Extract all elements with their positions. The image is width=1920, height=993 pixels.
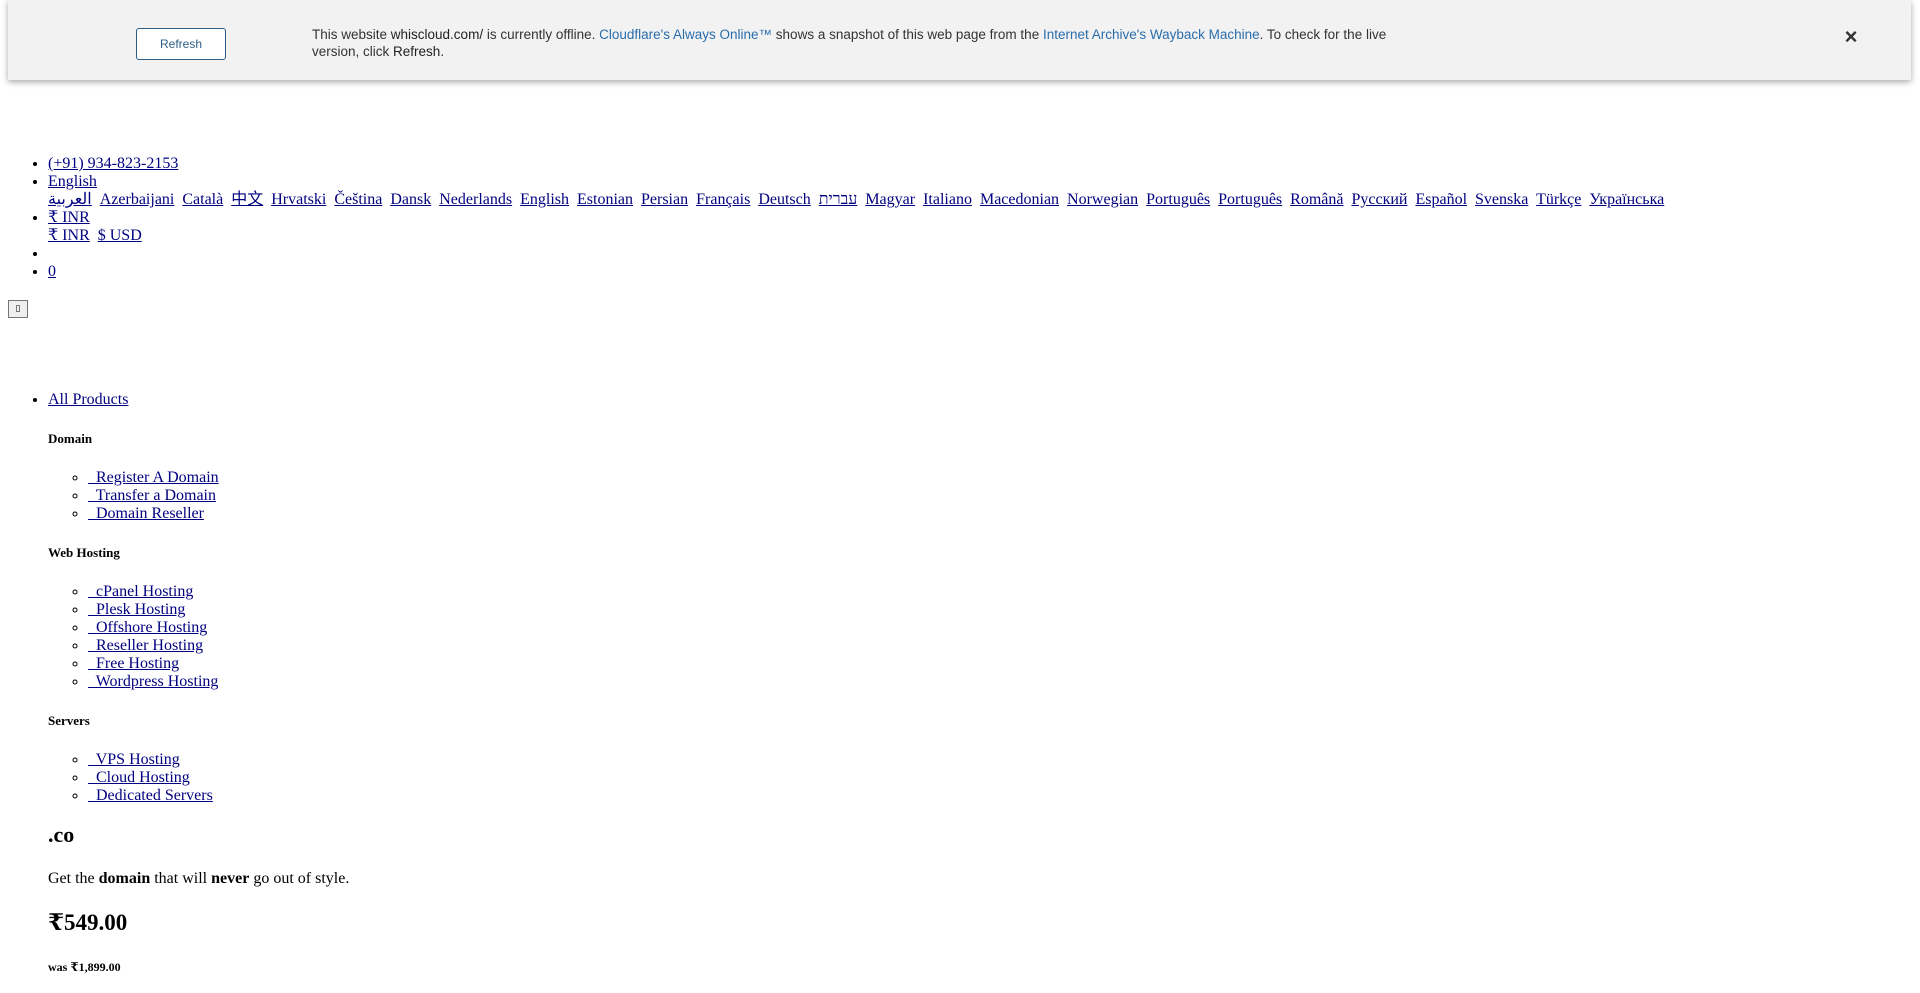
language-option[interactable]: Română bbox=[1290, 191, 1343, 208]
language-option[interactable]: Français bbox=[696, 191, 750, 208]
tagline-text: that will bbox=[150, 870, 212, 887]
menu-group-list: VPS Hosting Cloud Hosting Dedicated Serv… bbox=[48, 751, 1848, 805]
cloudflare-link[interactable]: Cloudflare's Always Online™ bbox=[599, 27, 772, 42]
cart-count-link[interactable]: 0 bbox=[48, 263, 56, 280]
offline-site: whiscloud.com/ bbox=[390, 27, 484, 42]
language-option[interactable]: Español bbox=[1415, 191, 1467, 208]
language-option[interactable]: Estonian bbox=[577, 191, 633, 208]
menu-item-link[interactable]: Wordpress Hosting bbox=[88, 673, 219, 690]
language-option[interactable]: Català bbox=[182, 191, 223, 208]
language-item: English العربية Azerbaijani Català 中文 Hr… bbox=[48, 173, 1908, 209]
menu-item-link[interactable]: cPanel Hosting bbox=[88, 583, 193, 600]
language-option[interactable]: Macedonian bbox=[980, 191, 1059, 208]
language-option[interactable]: Українська bbox=[1589, 191, 1664, 208]
language-option[interactable]: Čeština bbox=[334, 191, 382, 208]
list-item: Free Hosting bbox=[88, 655, 1848, 673]
language-option[interactable]: Nederlands bbox=[439, 191, 512, 208]
list-item: Offshore Hosting bbox=[88, 619, 1848, 637]
language-option[interactable]: Deutsch bbox=[758, 191, 810, 208]
all-products-item: All Products Domain Register A Domain Tr… bbox=[48, 391, 1848, 805]
promo-tld: .co bbox=[48, 822, 75, 847]
tagline-text: Get the bbox=[48, 870, 99, 887]
list-item: Register A Domain bbox=[88, 469, 1848, 487]
wayback-link[interactable]: Internet Archive's Wayback Machine bbox=[1043, 27, 1260, 42]
menu-item-link[interactable]: Cloud Hosting bbox=[88, 769, 190, 786]
always-online-banner: Refresh This website whiscloud.com/ is c… bbox=[8, 0, 1911, 80]
language-option[interactable]: Azerbaijani bbox=[100, 191, 175, 208]
products-menu: All Products Domain Register A Domain Tr… bbox=[0, 391, 1848, 805]
refresh-word: Refresh bbox=[393, 44, 441, 59]
language-option[interactable]: Dansk bbox=[390, 191, 431, 208]
menu-item-link[interactable]: Plesk Hosting bbox=[88, 601, 185, 618]
currency-inr[interactable]: ₹ INR bbox=[48, 227, 90, 244]
currency-toggle[interactable]: ₹ INR bbox=[48, 209, 90, 226]
language-option[interactable]: العربية bbox=[48, 191, 92, 208]
menu-groups: Domain Register A Domain Transfer a Doma… bbox=[48, 430, 1848, 805]
menu-item-link[interactable]: Reseller Hosting bbox=[88, 637, 203, 654]
list-item: Cloud Hosting bbox=[88, 769, 1848, 787]
menu-item-link[interactable]: Free Hosting bbox=[88, 655, 179, 672]
promo-section: .co Get the domain that will never go ou… bbox=[48, 822, 349, 976]
user-item[interactable]: ​ bbox=[48, 245, 1908, 263]
tagline-text: go out of style. bbox=[249, 870, 350, 887]
promo-tagline: Get the domain that will never go out of… bbox=[48, 870, 349, 888]
menu-group-list: cPanel Hosting Plesk Hosting Offshore Ho… bbox=[48, 583, 1848, 691]
list-item: Domain Reseller bbox=[88, 505, 1848, 523]
currency-list: ₹ INR $ USD bbox=[48, 227, 1908, 245]
cart-item: 0 bbox=[48, 263, 1908, 281]
promo-was-price: was ₹1,899.00 bbox=[48, 960, 121, 974]
banner-message: This website whiscloud.com/ is currently… bbox=[312, 26, 1412, 60]
menu-item-link[interactable]: VPS Hosting bbox=[88, 751, 180, 768]
menu-item-link[interactable]: Domain Reseller bbox=[88, 505, 204, 522]
language-option[interactable]: 中文 bbox=[231, 191, 263, 208]
phone-link[interactable]: (+91) 934-823-2153 bbox=[48, 155, 178, 172]
language-option[interactable]: Português bbox=[1218, 191, 1282, 208]
language-option[interactable]: Magyar bbox=[865, 191, 915, 208]
menu-item-link[interactable]: Offshore Hosting bbox=[88, 619, 207, 636]
language-option[interactable]: עברית bbox=[819, 191, 858, 208]
menu-item-link[interactable]: Dedicated Servers bbox=[88, 787, 213, 804]
language-option[interactable]: Hrvatski bbox=[271, 191, 326, 208]
list-item: Reseller Hosting bbox=[88, 637, 1848, 655]
list-item: Dedicated Servers bbox=[88, 787, 1848, 805]
menu-group-title: Domain bbox=[48, 431, 93, 446]
language-option[interactable]: Norwegian bbox=[1067, 191, 1138, 208]
language-option[interactable]: Italiano bbox=[923, 191, 972, 208]
currency-usd[interactable]: $ USD bbox=[98, 227, 142, 244]
language-option[interactable]: Svenska bbox=[1475, 191, 1528, 208]
menu-group-title: Web Hosting bbox=[48, 545, 120, 560]
menu-toggle-button[interactable]: ▯ bbox=[8, 300, 28, 318]
list-item: Transfer a Domain bbox=[88, 487, 1848, 505]
msg-text: . bbox=[440, 44, 445, 59]
menu-group-title: Servers bbox=[48, 713, 90, 728]
list-item: VPS Hosting bbox=[88, 751, 1848, 769]
language-option[interactable]: English bbox=[520, 191, 569, 208]
menu-item-link[interactable]: Register A Domain bbox=[88, 469, 219, 486]
currency-item: ₹ INR ₹ INR $ USD bbox=[48, 209, 1908, 245]
language-list: العربية Azerbaijani Català 中文 Hrvatski Č… bbox=[48, 191, 1908, 209]
list-item: cPanel Hosting bbox=[88, 583, 1848, 601]
msg-text: shows a snapshot of this web page from t… bbox=[772, 27, 1043, 42]
language-option[interactable]: Persian bbox=[641, 191, 688, 208]
language-option[interactable]: Русский bbox=[1351, 191, 1407, 208]
tagline-bold: never bbox=[211, 870, 250, 887]
close-icon[interactable]: × bbox=[1840, 26, 1862, 48]
msg-text: This website bbox=[312, 27, 391, 42]
list-item: Wordpress Hosting bbox=[88, 673, 1848, 691]
language-option[interactable]: Português bbox=[1146, 191, 1210, 208]
menu-group-list: Register A Domain Transfer a Domain Doma… bbox=[48, 469, 1848, 523]
all-products-link[interactable]: All Products bbox=[48, 391, 128, 408]
phone-item: (+91) 934-823-2153 bbox=[48, 155, 1908, 173]
menu-item-link[interactable]: Transfer a Domain bbox=[88, 487, 216, 504]
top-bar: (+91) 934-823-2153 English العربية Azerb… bbox=[0, 155, 1908, 281]
list-item: Plesk Hosting bbox=[88, 601, 1848, 619]
refresh-button[interactable]: Refresh bbox=[136, 28, 226, 60]
language-option[interactable]: Türkçe bbox=[1536, 191, 1581, 208]
msg-text: is currently offline. bbox=[483, 27, 600, 42]
promo-price: ₹549.00 bbox=[48, 910, 128, 935]
language-toggle[interactable]: English bbox=[48, 173, 97, 190]
tagline-bold: domain bbox=[98, 870, 151, 887]
